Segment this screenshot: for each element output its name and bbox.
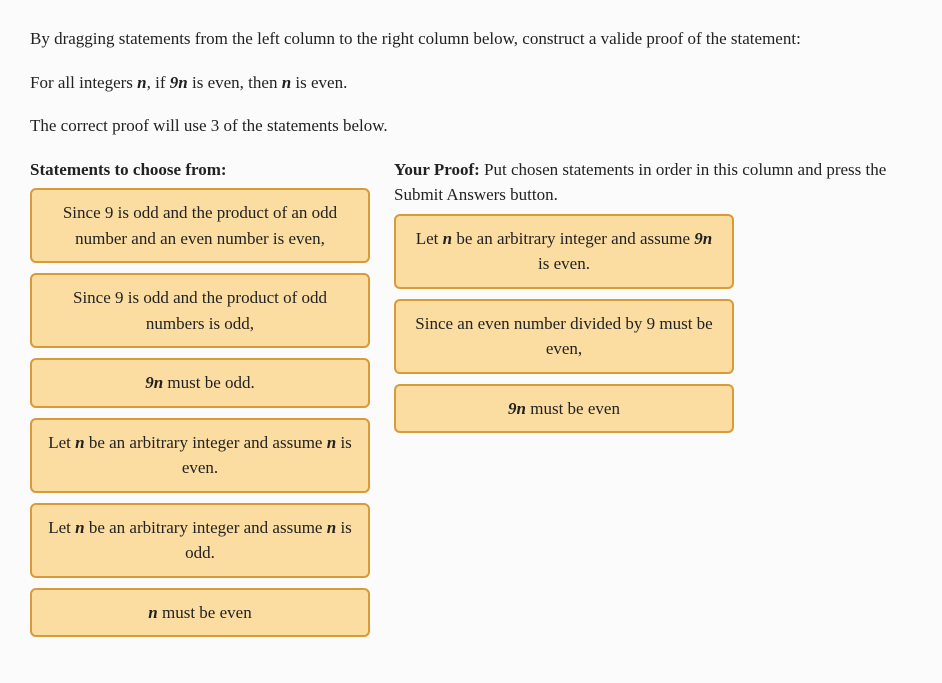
source-tile-list[interactable]: Since 9 is odd and the product of an odd… xyxy=(30,188,370,637)
statement-tile[interactable]: Since an even number divided by 9 must b… xyxy=(394,299,734,374)
statement-tile[interactable]: 9n must be odd. xyxy=(30,358,370,408)
instructions: By dragging statements from the left col… xyxy=(30,26,912,139)
statement-text: Since an even number divided by 9 must b… xyxy=(410,311,718,362)
proof-tile-list[interactable]: Let n be an arbitrary integer and assume… xyxy=(394,214,894,434)
statement-tile[interactable]: Let n be an arbitrary integer and assume… xyxy=(30,503,370,578)
statement-text: Let n be an arbitrary integer and assume… xyxy=(46,430,354,481)
instruction-line-3: The correct proof will use 3 of the stat… xyxy=(30,113,912,139)
statement-tile[interactable]: Since 9 is odd and the product of odd nu… xyxy=(30,273,370,348)
statement-tile[interactable]: Let n be an arbitrary integer and assume… xyxy=(394,214,734,289)
statement-text: Since 9 is odd and the product of an odd… xyxy=(46,200,354,251)
statement-tile[interactable]: n must be even xyxy=(30,588,370,638)
source-column-heading-label: Statements to choose from: xyxy=(30,160,227,179)
proof-columns: Statements to choose from: Since 9 is od… xyxy=(30,157,912,638)
source-column: Statements to choose from: Since 9 is od… xyxy=(30,157,370,638)
statement-text: Since 9 is odd and the product of odd nu… xyxy=(46,285,354,336)
proof-column-heading-label: Your Proof: xyxy=(394,160,480,179)
statement-text: n must be even xyxy=(148,600,251,626)
statement-text: Let n be an arbitrary integer and assume… xyxy=(46,515,354,566)
statement-tile[interactable]: 9n must be even xyxy=(394,384,734,434)
statement-tile[interactable]: Since 9 is odd and the product of an odd… xyxy=(30,188,370,263)
source-column-heading: Statements to choose from: xyxy=(30,157,370,183)
statement-text: Let n be an arbitrary integer and assume… xyxy=(410,226,718,277)
instruction-line-1: By dragging statements from the left col… xyxy=(30,26,912,52)
instruction-line-2: For all integers n, if 9n is even, then … xyxy=(30,70,912,96)
statement-text: 9n must be odd. xyxy=(145,370,255,396)
statement-tile[interactable]: Let n be an arbitrary integer and assume… xyxy=(30,418,370,493)
proof-column-heading: Your Proof: Put chosen statements in ord… xyxy=(394,157,894,208)
proof-column: Your Proof: Put chosen statements in ord… xyxy=(394,157,894,434)
exercise-page: By dragging statements from the left col… xyxy=(0,0,942,667)
statement-text: 9n must be even xyxy=(508,396,620,422)
